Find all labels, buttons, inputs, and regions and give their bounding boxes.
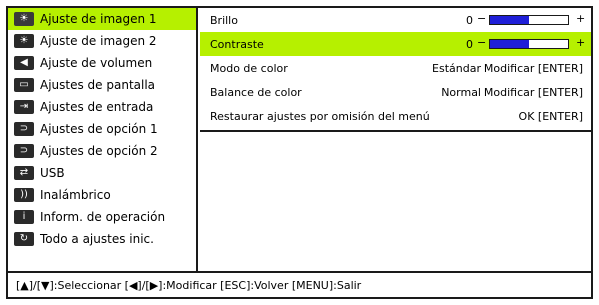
image-adjust-icon: ☀ xyxy=(14,34,34,48)
slider-fill xyxy=(490,40,529,48)
settings-panel: Brillo 0 − + Contraste 0 − + Modo de col… xyxy=(200,8,591,132)
slider-track xyxy=(489,15,569,25)
sidebar-item-option-1[interactable]: ⊃ Ajustes de opción 1 xyxy=(8,118,196,140)
setting-value: Estándar xyxy=(432,61,481,75)
setting-row-restaurar[interactable]: Restaurar ajustes por omisión del menú O… xyxy=(200,104,591,128)
option-icon: ⊃ xyxy=(14,144,34,158)
setting-action[interactable]: Modificar [ENTER] xyxy=(484,86,583,99)
slider-minus: − xyxy=(477,12,487,25)
sidebar-item-usb[interactable]: ⇄ USB xyxy=(8,162,196,184)
sidebar-item-label: Ajuste de imagen 1 xyxy=(40,12,157,26)
brightness-slider[interactable]: − + xyxy=(477,12,587,26)
sidebar-item-option-2[interactable]: ⊃ Ajustes de opción 2 xyxy=(8,140,196,162)
sidebar-item-wireless[interactable]: )) Inalámbrico xyxy=(8,184,196,206)
wireless-icon: )) xyxy=(14,188,34,202)
sidebar-item-label: Ajustes de entrada xyxy=(40,100,154,114)
setting-label: Modo de color xyxy=(210,61,288,75)
usb-icon: ⇄ xyxy=(14,166,34,180)
sidebar: ☀ Ajuste de imagen 1 ☀ Ajuste de imagen … xyxy=(8,8,198,273)
input-icon: ⇥ xyxy=(14,100,34,114)
sidebar-item-operation-info[interactable]: i Inform. de operación xyxy=(8,206,196,228)
sidebar-item-label: Todo a ajustes inic. xyxy=(40,232,154,246)
setting-row-brillo[interactable]: Brillo 0 − + xyxy=(200,8,591,32)
contrast-slider[interactable]: − + xyxy=(477,36,587,50)
sidebar-item-label: Inalámbrico xyxy=(40,188,111,202)
sidebar-item-image-adjust-2[interactable]: ☀ Ajuste de imagen 2 xyxy=(8,30,196,52)
sidebar-item-volume[interactable]: ◀ Ajuste de volumen xyxy=(8,52,196,74)
setting-value: Normal xyxy=(441,85,481,99)
sidebar-item-label: Ajuste de volumen xyxy=(40,56,153,70)
setting-action[interactable]: OK [ENTER] xyxy=(519,110,583,123)
setting-row-contraste[interactable]: Contraste 0 − + xyxy=(200,32,591,56)
screen-icon: ▭ xyxy=(14,78,34,92)
slider-fill xyxy=(490,16,529,24)
speaker-icon: ◀ xyxy=(14,56,34,70)
info-icon: i xyxy=(14,210,34,224)
setting-label: Brillo xyxy=(210,13,238,27)
setting-value: 0 xyxy=(466,37,473,51)
slider-plus: + xyxy=(576,12,586,25)
sidebar-item-label: USB xyxy=(40,166,65,180)
key-help-bar: [▲]/[▼]:Seleccionar [◀]/[▶]:Modificar [E… xyxy=(8,271,591,297)
menu-window: ☀ Ajuste de imagen 1 ☀ Ajuste de imagen … xyxy=(6,6,593,299)
image-adjust-icon: ☀ xyxy=(14,12,34,26)
sidebar-item-screen[interactable]: ▭ Ajustes de pantalla xyxy=(8,74,196,96)
setting-label: Restaurar ajustes por omisión del menú xyxy=(210,109,430,123)
sidebar-item-input[interactable]: ⇥ Ajustes de entrada xyxy=(8,96,196,118)
setting-label: Balance de color xyxy=(210,85,302,99)
setting-label: Contraste xyxy=(210,37,264,51)
slider-plus: + xyxy=(576,36,586,49)
setting-row-balance-color[interactable]: Balance de color Normal Modificar [ENTER… xyxy=(200,80,591,104)
setting-row-modo-color[interactable]: Modo de color Estándar Modificar [ENTER] xyxy=(200,56,591,80)
slider-minus: − xyxy=(477,36,487,49)
sidebar-item-label: Ajustes de opción 1 xyxy=(40,122,158,136)
setting-action[interactable]: Modificar [ENTER] xyxy=(484,62,583,75)
sidebar-item-label: Ajuste de imagen 2 xyxy=(40,34,157,48)
sidebar-item-label: Ajustes de opción 2 xyxy=(40,144,158,158)
slider-track xyxy=(489,39,569,49)
key-help-text: [▲]/[▼]:Seleccionar [◀]/[▶]:Modificar [E… xyxy=(16,278,362,292)
sidebar-item-label: Inform. de operación xyxy=(40,210,166,224)
reset-icon: ↻ xyxy=(14,232,34,246)
option-icon: ⊃ xyxy=(14,122,34,136)
sidebar-item-reset-all[interactable]: ↻ Todo a ajustes inic. xyxy=(8,228,196,250)
sidebar-item-image-adjust-1[interactable]: ☀ Ajuste de imagen 1 xyxy=(8,8,196,30)
setting-value: 0 xyxy=(466,13,473,27)
sidebar-item-label: Ajustes de pantalla xyxy=(40,78,156,92)
